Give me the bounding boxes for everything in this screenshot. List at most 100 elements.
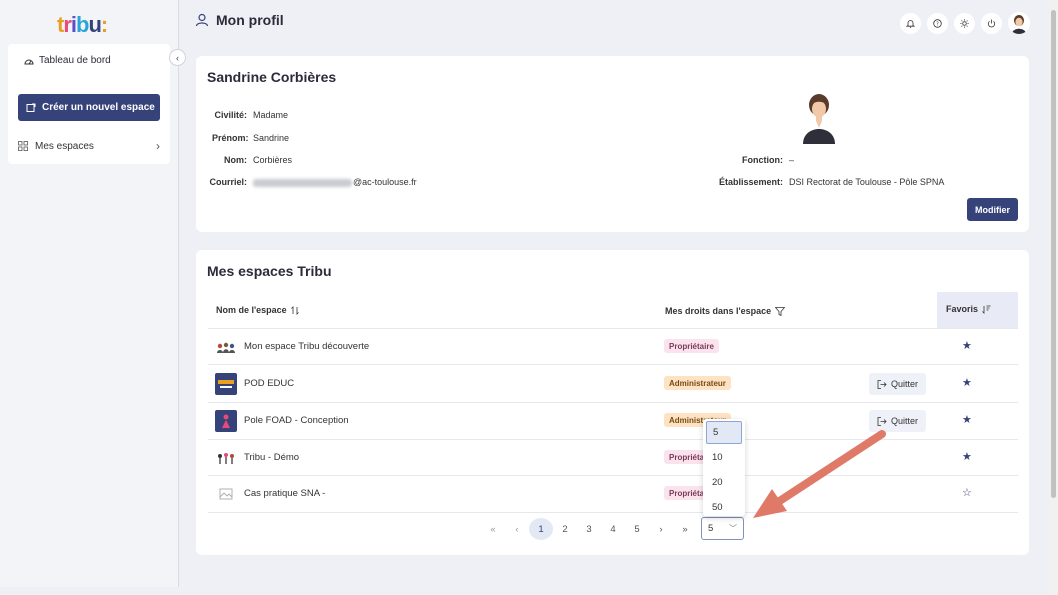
modify-profile-button[interactable]: Modifier xyxy=(967,198,1018,221)
favorite-star-filled-icon[interactable]: ★ xyxy=(962,339,972,352)
favorite-star-filled-icon[interactable]: ★ xyxy=(962,450,972,463)
svg-text:?: ? xyxy=(936,21,939,27)
exit-icon xyxy=(877,416,887,426)
filter-icon xyxy=(775,306,786,316)
column-header-label: Favoris xyxy=(946,304,979,314)
chevron-down-icon: ﹀ xyxy=(729,524,737,533)
pagination: « ‹ 1 2 3 4 5 › » xyxy=(481,518,697,540)
field-value: – xyxy=(789,155,795,165)
page-scrollbar[interactable] xyxy=(1049,0,1058,595)
space-thumbnail xyxy=(217,342,235,353)
exit-icon xyxy=(877,379,887,389)
sort-icon xyxy=(290,305,299,315)
field-label: Civilité: xyxy=(214,110,247,120)
table-row[interactable]: Cas pratique SNA - Propriétaire ☆ xyxy=(208,475,1018,512)
role-badge: Propriétaire xyxy=(664,339,719,353)
column-header-rights[interactable]: Mes droits dans l'espace xyxy=(665,306,786,316)
field-value: Sandrine xyxy=(253,133,290,143)
page-size-select[interactable]: 5 ﹀ xyxy=(701,517,744,540)
profile-name: Sandrine Corbières xyxy=(207,69,337,85)
quit-space-button[interactable]: Quitter xyxy=(869,410,926,432)
sort-desc-icon xyxy=(982,305,991,314)
notifications-button[interactable] xyxy=(900,12,921,34)
page-button[interactable]: 2 xyxy=(553,518,577,540)
tribu-logo[interactable]: tribu: xyxy=(57,12,108,38)
field-fonction: Fonction: – xyxy=(686,155,794,165)
prev-page-button[interactable]: ‹ xyxy=(505,518,529,540)
email-redacted xyxy=(253,178,352,187)
avatar-icon xyxy=(1008,12,1030,34)
quit-space-button[interactable]: Quitter xyxy=(869,373,926,395)
table-row[interactable]: Tribu - Démo Propriétaire ★ xyxy=(208,439,1018,476)
column-header-label: Nom de l'espace xyxy=(216,305,287,315)
page-button[interactable]: 4 xyxy=(601,518,625,540)
bell-icon xyxy=(906,19,915,28)
page-size-dropdown: 5 10 20 50 xyxy=(703,419,745,516)
power-icon xyxy=(987,19,996,27)
sidebar-item-dashboard[interactable]: Tableau de bord xyxy=(24,55,111,66)
spaces-card: Mes espaces Tribu Nom de l'espace Mes dr… xyxy=(196,250,1029,555)
field-civilite: Civilité: Madame xyxy=(212,110,288,120)
field-label: Établissement: xyxy=(718,177,783,187)
next-page-button[interactable]: › xyxy=(649,518,673,540)
collapse-sidebar-button[interactable]: ‹ xyxy=(169,49,186,66)
logout-button[interactable] xyxy=(981,12,1002,34)
profile-avatar xyxy=(803,94,835,144)
table-row[interactable]: Mon espace Tribu découverte Propriétaire… xyxy=(208,328,1018,365)
space-thumbnail xyxy=(215,410,237,432)
space-name[interactable]: Cas pratique SNA - xyxy=(244,488,325,499)
header-actions: ? xyxy=(900,12,1030,34)
sun-icon xyxy=(960,18,969,28)
page-button[interactable]: 5 xyxy=(625,518,649,540)
space-name[interactable]: Pole FOAD - Conception xyxy=(244,415,349,426)
field-label: Fonction: xyxy=(742,155,783,165)
sidebar-menu: Tableau de bord Créer un nouvel espace M… xyxy=(8,44,170,164)
sidebar-item-label: Tableau de bord xyxy=(39,55,111,66)
scrollbar-thumb[interactable] xyxy=(1051,10,1056,498)
page-size-option[interactable]: 20 xyxy=(706,471,742,494)
sidebar-item-my-spaces[interactable]: Mes espaces › xyxy=(18,138,160,154)
page-title: Mon profil xyxy=(216,12,284,28)
column-header-name[interactable]: Nom de l'espace xyxy=(216,305,299,315)
field-value: DSI Rectorat de Toulouse - Pôle SPNA xyxy=(789,177,945,187)
field-courriel: Courriel: @ac-toulouse.fr xyxy=(206,177,417,187)
field-label: Nom: xyxy=(224,155,247,165)
profile-card: Sandrine Corbières Civilité: Madame Prén… xyxy=(196,56,1029,232)
space-name[interactable]: Tribu - Démo xyxy=(244,452,299,463)
user-icon xyxy=(195,13,209,27)
column-header-label: Mes droits dans l'espace xyxy=(665,306,772,316)
quit-label: Quitter xyxy=(890,416,918,426)
table-row[interactable]: Pole FOAD - Conception Administrateur Qu… xyxy=(208,402,1018,439)
page-size-option[interactable]: 10 xyxy=(706,446,742,469)
table-row[interactable]: POD EDUC Administrateur Quitter ★ xyxy=(208,365,1018,402)
help-icon: ? xyxy=(933,18,942,28)
help-button[interactable]: ? xyxy=(927,12,948,34)
page-button[interactable]: 3 xyxy=(577,518,601,540)
sidebar: tribu: Tableau de bord Créer un nouvel e… xyxy=(0,0,179,587)
favorite-star-empty-icon[interactable]: ☆ xyxy=(962,486,972,499)
space-name[interactable]: Mon espace Tribu découverte xyxy=(244,341,369,352)
chevron-right-icon: › xyxy=(156,139,160,153)
page-size-option[interactable]: 50 xyxy=(706,496,742,519)
page-size-option[interactable]: 5 xyxy=(706,421,742,444)
space-name[interactable]: POD EDUC xyxy=(244,378,294,389)
field-prenom: Prénom: Sandrine xyxy=(212,133,289,143)
dashboard-icon xyxy=(24,59,34,64)
image-placeholder-icon xyxy=(219,488,233,500)
theme-toggle-button[interactable] xyxy=(954,12,975,34)
field-value: Madame xyxy=(253,110,289,120)
field-value: @ac-toulouse.fr xyxy=(253,177,417,187)
first-page-button[interactable]: « xyxy=(481,518,505,540)
field-label: Courriel: xyxy=(209,177,247,187)
chevron-left-icon: ‹ xyxy=(176,52,179,63)
page-button[interactable]: 1 xyxy=(529,518,553,540)
field-nom: Nom: Corbières xyxy=(212,155,292,165)
favorite-star-filled-icon[interactable]: ★ xyxy=(962,376,972,389)
new-space-icon xyxy=(26,103,36,112)
user-avatar[interactable] xyxy=(1008,12,1030,34)
create-space-button[interactable]: Créer un nouvel espace xyxy=(18,94,160,121)
field-label: Prénom: xyxy=(212,133,249,143)
last-page-button[interactable]: » xyxy=(673,518,697,540)
favorite-star-filled-icon[interactable]: ★ xyxy=(962,413,972,426)
column-header-favorites[interactable]: Favoris xyxy=(946,304,991,314)
